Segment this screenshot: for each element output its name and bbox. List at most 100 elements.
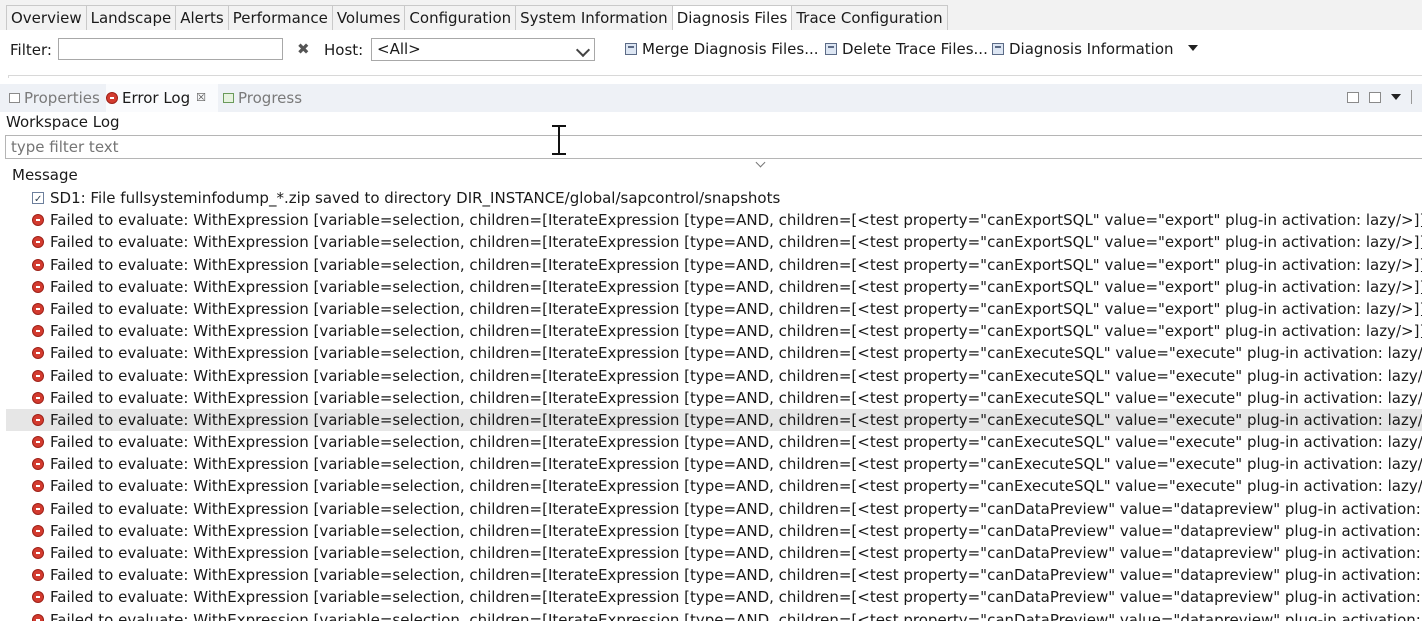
log-message: Failed to evaluate: WithExpression [vari… xyxy=(50,299,1422,318)
log-row[interactable]: Failed to evaluate: WithExpression [vari… xyxy=(6,609,1422,621)
diagnosis-dropdown-icon[interactable] xyxy=(1188,45,1198,51)
log-row[interactable]: Failed to evaluate: WithExpression [vari… xyxy=(6,408,1422,432)
error-icon xyxy=(32,413,44,426)
view-tab-progress[interactable]: Progress xyxy=(223,84,307,112)
error-icon xyxy=(32,436,44,449)
message-column-header[interactable]: Message xyxy=(6,164,1422,186)
export-log-icon[interactable] xyxy=(1347,91,1359,103)
log-row[interactable]: Failed to evaluate: WithExpression [vari… xyxy=(6,320,1422,342)
log-message: Failed to evaluate: WithExpression [vari… xyxy=(50,344,1422,363)
close-icon[interactable]: ☒ xyxy=(196,83,206,113)
log-row[interactable]: Failed to evaluate: WithExpression [vari… xyxy=(6,209,1422,231)
log-message: Failed to evaluate: WithExpression [vari… xyxy=(50,233,1422,252)
merge-icon xyxy=(625,43,637,55)
error-icon xyxy=(32,480,44,493)
view-tab-bar: Properties Error Log ☒ Progress xyxy=(0,84,1422,112)
delete-icon xyxy=(825,43,837,55)
log-row[interactable]: Failed to evaluate: WithExpression [vari… xyxy=(6,453,1422,475)
error-icon xyxy=(32,214,44,227)
log-table: SD1: File fullsysteminfodump_*.zip saved… xyxy=(6,187,1422,621)
filter-bar: Filter: ✖ Host: <All> Merge Diagnosis Fi… xyxy=(0,30,1422,75)
view-menu-icon[interactable] xyxy=(1391,94,1401,100)
log-message: Failed to evaluate: WithExpression [vari… xyxy=(50,433,1422,452)
log-message: Failed to evaluate: WithExpression [vari… xyxy=(50,211,1422,230)
view-toolbar xyxy=(1347,90,1412,104)
workspace-log-title: Workspace Log xyxy=(6,113,120,131)
error-icon xyxy=(32,391,44,404)
error-icon xyxy=(32,613,44,621)
host-select[interactable]: <All> xyxy=(371,38,595,61)
tab-system-information[interactable]: System Information xyxy=(516,6,673,31)
error-log-icon xyxy=(106,92,118,104)
chevron-down-icon xyxy=(575,42,591,58)
log-row[interactable]: Failed to evaluate: WithExpression [vari… xyxy=(6,586,1422,608)
log-message: SD1: File fullsysteminfodump_*.zip saved… xyxy=(50,189,781,207)
tab-overview[interactable]: Overview xyxy=(7,6,87,31)
clear-filter-icon[interactable]: ✖ xyxy=(297,40,310,58)
log-row[interactable]: Failed to evaluate: WithExpression [vari… xyxy=(6,254,1422,276)
log-row[interactable]: Failed to evaluate: WithExpression [vari… xyxy=(6,431,1422,453)
tab-trace-configuration[interactable]: Trace Configuration xyxy=(792,6,946,31)
log-row[interactable]: Failed to evaluate: WithExpression [vari… xyxy=(6,298,1422,320)
log-row[interactable]: Failed to evaluate: WithExpression [vari… xyxy=(6,231,1422,253)
view-tab-error-log[interactable]: Error Log ☒ xyxy=(106,84,218,112)
tab-volumes[interactable]: Volumes xyxy=(333,6,406,31)
results-table-edge xyxy=(8,75,1422,78)
text-cursor-icon xyxy=(551,125,567,155)
view-tab-error-log-label: Error Log xyxy=(122,89,191,107)
properties-icon xyxy=(9,93,20,103)
log-message: Failed to evaluate: WithExpression [vari… xyxy=(50,499,1422,518)
error-icon xyxy=(32,347,44,360)
error-icon xyxy=(32,502,44,515)
log-row[interactable]: Failed to evaluate: WithExpression [vari… xyxy=(6,387,1422,409)
host-label: Host: xyxy=(324,41,364,59)
tab-diagnosis-files[interactable]: Diagnosis Files xyxy=(672,6,793,31)
log-message: Failed to evaluate: WithExpression [vari… xyxy=(50,388,1422,407)
log-message: Failed to evaluate: WithExpression [vari… xyxy=(50,610,1422,621)
log-row[interactable]: Failed to evaluate: WithExpression [vari… xyxy=(6,475,1422,497)
top-tabs: Overview Landscape Alerts Performance Volume… xyxy=(6,5,948,32)
view-tab-properties-label: Properties xyxy=(24,89,100,107)
toolbar-separator xyxy=(1411,90,1412,104)
info-checkbox-icon xyxy=(32,189,44,211)
tab-alerts[interactable]: Alerts xyxy=(176,6,229,31)
log-row[interactable]: Failed to evaluate: WithExpression [vari… xyxy=(6,365,1422,387)
tab-landscape[interactable]: Landscape xyxy=(87,6,177,31)
log-message: Failed to evaluate: WithExpression [vari… xyxy=(50,544,1422,562)
merge-diagnosis-files-button[interactable]: Merge Diagnosis Files... xyxy=(625,40,819,58)
import-log-icon[interactable] xyxy=(1369,91,1381,103)
log-message: Failed to evaluate: WithExpression [vari… xyxy=(50,588,1422,607)
log-message: Failed to evaluate: WithExpression [vari… xyxy=(50,366,1422,385)
diagnosis-information-label: Diagnosis Information xyxy=(1009,40,1174,58)
log-message: Failed to evaluate: WithExpression [vari… xyxy=(50,322,1422,341)
error-icon xyxy=(32,236,44,249)
host-select-value: <All> xyxy=(377,40,421,58)
log-filter-input[interactable] xyxy=(5,135,1422,159)
error-icon xyxy=(32,591,44,604)
log-message: Failed to evaluate: WithExpression [vari… xyxy=(50,566,1422,585)
view-tab-properties[interactable]: Properties xyxy=(9,84,101,112)
log-row[interactable]: Failed to evaluate: WithExpression [vari… xyxy=(6,564,1422,586)
filter-input[interactable] xyxy=(58,38,283,60)
tab-configuration[interactable]: Configuration xyxy=(405,6,517,31)
log-message: Failed to evaluate: WithExpression [vari… xyxy=(50,255,1422,274)
log-row[interactable]: SD1: File fullsysteminfodump_*.zip saved… xyxy=(6,187,1422,211)
error-icon xyxy=(32,280,44,293)
log-message: Failed to evaluate: WithExpression [vari… xyxy=(50,455,1422,474)
log-row[interactable]: Failed to evaluate: WithExpression [vari… xyxy=(6,498,1422,520)
error-icon xyxy=(32,524,44,537)
log-row[interactable]: Failed to evaluate: WithExpression [vari… xyxy=(6,542,1422,564)
filter-label: Filter: xyxy=(10,41,52,59)
log-row[interactable]: Failed to evaluate: WithExpression [vari… xyxy=(6,342,1422,364)
progress-icon xyxy=(223,93,234,103)
log-row[interactable]: Failed to evaluate: WithExpression [vari… xyxy=(6,276,1422,298)
log-row[interactable]: Failed to evaluate: WithExpression [vari… xyxy=(6,520,1422,542)
error-icon xyxy=(32,302,44,315)
log-message: Failed to evaluate: WithExpression [vari… xyxy=(50,410,1422,429)
editor-tab-bar: Overview Landscape Alerts Performance Volume… xyxy=(0,0,1422,32)
delete-trace-files-button[interactable]: Delete Trace Files... xyxy=(825,40,988,58)
diagnosis-information-button[interactable]: Diagnosis Information xyxy=(992,40,1174,58)
log-message: Failed to evaluate: WithExpression [vari… xyxy=(50,477,1422,496)
log-message: Failed to evaluate: WithExpression [vari… xyxy=(50,521,1422,540)
tab-performance[interactable]: Performance xyxy=(229,6,333,31)
